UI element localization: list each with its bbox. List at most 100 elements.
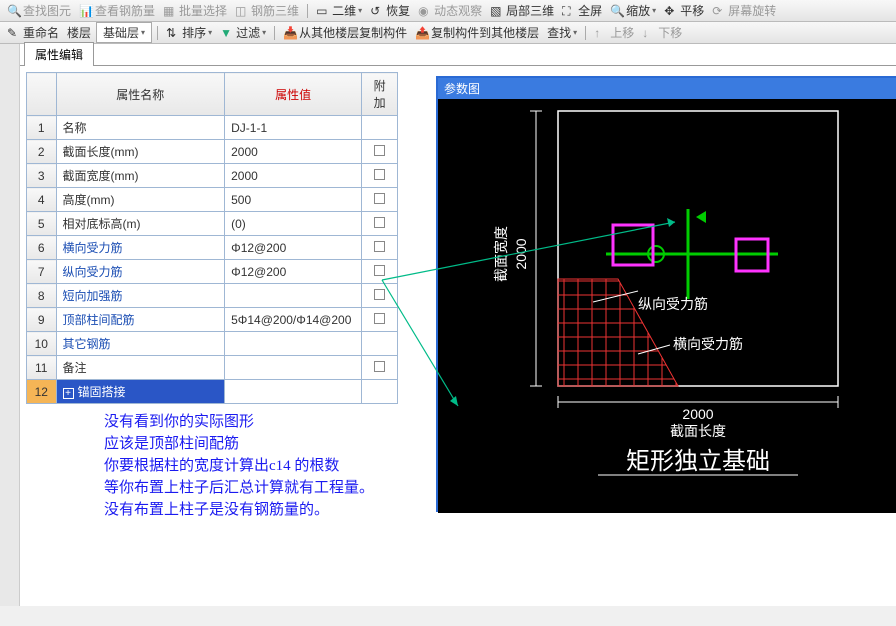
- tb-rebar-qty[interactable]: 📊查看钢筋量: [76, 1, 158, 20]
- tb-find-el[interactable]: 🔍查找图元: [4, 1, 74, 20]
- checkbox[interactable]: [374, 313, 385, 324]
- row-number: 10: [27, 332, 57, 356]
- checkbox[interactable]: [374, 241, 385, 252]
- prop-value-cell[interactable]: 5Φ14@200/Φ14@200: [225, 308, 362, 332]
- table-row[interactable]: 4高度(mm)500: [27, 188, 398, 212]
- table-row[interactable]: 5相对底标高(m)(0): [27, 212, 398, 236]
- tb-rebar-3d[interactable]: ◫钢筋三维: [232, 1, 302, 20]
- prop-extra-cell[interactable]: [362, 212, 398, 236]
- prop-value-cell[interactable]: DJ-1-1: [225, 116, 362, 140]
- checkbox[interactable]: [374, 361, 385, 372]
- annotation-note: 没有看到你的实际图形 应该是顶部柱间配筋 你要根据柱的宽度计算出c14 的根数 …: [104, 411, 374, 521]
- prop-value-cell[interactable]: [225, 332, 362, 356]
- tb-zoom[interactable]: 🔍缩放▾: [607, 1, 659, 20]
- prop-name-cell: 相对底标高(m): [56, 212, 225, 236]
- prop-extra-cell[interactable]: [362, 380, 398, 404]
- prop-name-cell: 截面长度(mm): [56, 140, 225, 164]
- prop-value-cell[interactable]: Φ12@200: [225, 260, 362, 284]
- table-row[interactable]: 8短向加强筋: [27, 284, 398, 308]
- row-number: 8: [27, 284, 57, 308]
- table-row[interactable]: 12+锚固搭接: [27, 380, 398, 404]
- tb-2d[interactable]: ▭二维▾: [313, 1, 365, 20]
- tb-orbit[interactable]: ◉动态观察: [415, 1, 485, 20]
- row-number: 2: [27, 140, 57, 164]
- table-row[interactable]: 2截面长度(mm)2000: [27, 140, 398, 164]
- prop-extra-cell[interactable]: [362, 236, 398, 260]
- tab-strip: 属性编辑: [20, 44, 896, 66]
- tb-restore[interactable]: ↺恢复: [367, 1, 413, 20]
- prop-extra-cell[interactable]: [362, 140, 398, 164]
- tb-copy-to[interactable]: 📤复制构件到其他楼层: [412, 23, 542, 42]
- tb-pan[interactable]: ✥平移: [661, 1, 707, 20]
- prop-extra-cell[interactable]: [362, 116, 398, 140]
- tb-fullscreen[interactable]: ⛶全屏: [559, 1, 605, 20]
- prop-extra-cell[interactable]: [362, 188, 398, 212]
- svg-text:纵向受力筋: 纵向受力筋: [638, 296, 708, 312]
- diagram-canvas: 2000 截面宽度 2000 截面长度: [438, 99, 896, 513]
- svg-text:截面长度: 截面长度: [670, 423, 726, 439]
- tb-filter[interactable]: ▼过滤▾: [217, 23, 269, 42]
- prop-extra-cell[interactable]: [362, 308, 398, 332]
- checkbox[interactable]: [374, 217, 385, 228]
- toolbar-top: 🔍查找图元 📊查看钢筋量 ▦批量选择 ◫钢筋三维 ▭二维▾ ↺恢复 ◉动态观察 …: [0, 0, 896, 22]
- svg-text:截面宽度: 截面宽度: [493, 226, 509, 282]
- tb-local-3d[interactable]: ▧局部三维: [487, 1, 557, 20]
- tb-down[interactable]: ↓下移: [639, 23, 685, 42]
- row-number: 9: [27, 308, 57, 332]
- tb-batch-sel[interactable]: ▦批量选择: [160, 1, 230, 20]
- checkbox[interactable]: [374, 265, 385, 276]
- table-row[interactable]: 1名称DJ-1-1: [27, 116, 398, 140]
- prop-name-cell: 高度(mm): [56, 188, 225, 212]
- prop-extra-cell[interactable]: [362, 164, 398, 188]
- prop-value-cell[interactable]: [225, 284, 362, 308]
- row-number: 11: [27, 356, 57, 380]
- tb-floor-label: 楼层: [64, 23, 94, 42]
- prop-name-cell: 备注: [56, 356, 225, 380]
- table-row[interactable]: 10其它钢筋: [27, 332, 398, 356]
- checkbox[interactable]: [374, 289, 385, 300]
- checkbox[interactable]: [374, 169, 385, 180]
- table-row[interactable]: 3截面宽度(mm)2000: [27, 164, 398, 188]
- tb-sort[interactable]: ⇅排序▾: [163, 23, 215, 42]
- prop-name-cell: +锚固搭接: [56, 380, 225, 404]
- prop-value-cell[interactable]: 500: [225, 188, 362, 212]
- prop-name-cell: 横向受力筋: [56, 236, 225, 260]
- prop-name-cell: 名称: [56, 116, 225, 140]
- toolbar-second: ✎重命名 楼层 基础层▾ ⇅排序▾ ▼过滤▾ 📥从其他楼层复制构件 📤复制构件到…: [0, 22, 896, 44]
- prop-value-cell[interactable]: [225, 380, 362, 404]
- tb-up[interactable]: ↑上移: [591, 23, 637, 42]
- left-gutter: [0, 44, 20, 606]
- prop-name-cell: 纵向受力筋: [56, 260, 225, 284]
- prop-extra-cell[interactable]: [362, 356, 398, 380]
- svg-text:横向受力筋: 横向受力筋: [673, 336, 743, 352]
- row-number: 3: [27, 164, 57, 188]
- row-number: 4: [27, 188, 57, 212]
- prop-value-cell[interactable]: Φ12@200: [225, 236, 362, 260]
- svg-text:2000: 2000: [513, 238, 529, 269]
- tab-property-edit[interactable]: 属性编辑: [24, 42, 94, 66]
- prop-name-cell: 其它钢筋: [56, 332, 225, 356]
- prop-value-cell[interactable]: 2000: [225, 164, 362, 188]
- tb-rename[interactable]: ✎重命名: [4, 23, 62, 42]
- col-value: 属性值: [225, 73, 362, 116]
- checkbox[interactable]: [374, 145, 385, 156]
- tb-find[interactable]: 查找▾: [544, 23, 580, 42]
- prop-extra-cell[interactable]: [362, 260, 398, 284]
- checkbox[interactable]: [374, 193, 385, 204]
- prop-value-cell[interactable]: (0): [225, 212, 362, 236]
- prop-value-cell[interactable]: [225, 356, 362, 380]
- expand-icon[interactable]: +: [63, 388, 74, 399]
- svg-text:矩形独立基础: 矩形独立基础: [626, 448, 770, 475]
- row-number: 12: [27, 380, 57, 404]
- tb-rot[interactable]: ⟳屏幕旋转: [709, 1, 779, 20]
- prop-extra-cell[interactable]: [362, 332, 398, 356]
- table-row[interactable]: 11备注: [27, 356, 398, 380]
- prop-extra-cell[interactable]: [362, 284, 398, 308]
- tb-copy-from[interactable]: 📥从其他楼层复制构件: [280, 23, 410, 42]
- table-row[interactable]: 6横向受力筋Φ12@200: [27, 236, 398, 260]
- row-number: 1: [27, 116, 57, 140]
- tb-floor-select[interactable]: 基础层▾: [96, 22, 152, 43]
- table-row[interactable]: 9顶部柱间配筋5Φ14@200/Φ14@200: [27, 308, 398, 332]
- prop-value-cell[interactable]: 2000: [225, 140, 362, 164]
- table-row[interactable]: 7纵向受力筋Φ12@200: [27, 260, 398, 284]
